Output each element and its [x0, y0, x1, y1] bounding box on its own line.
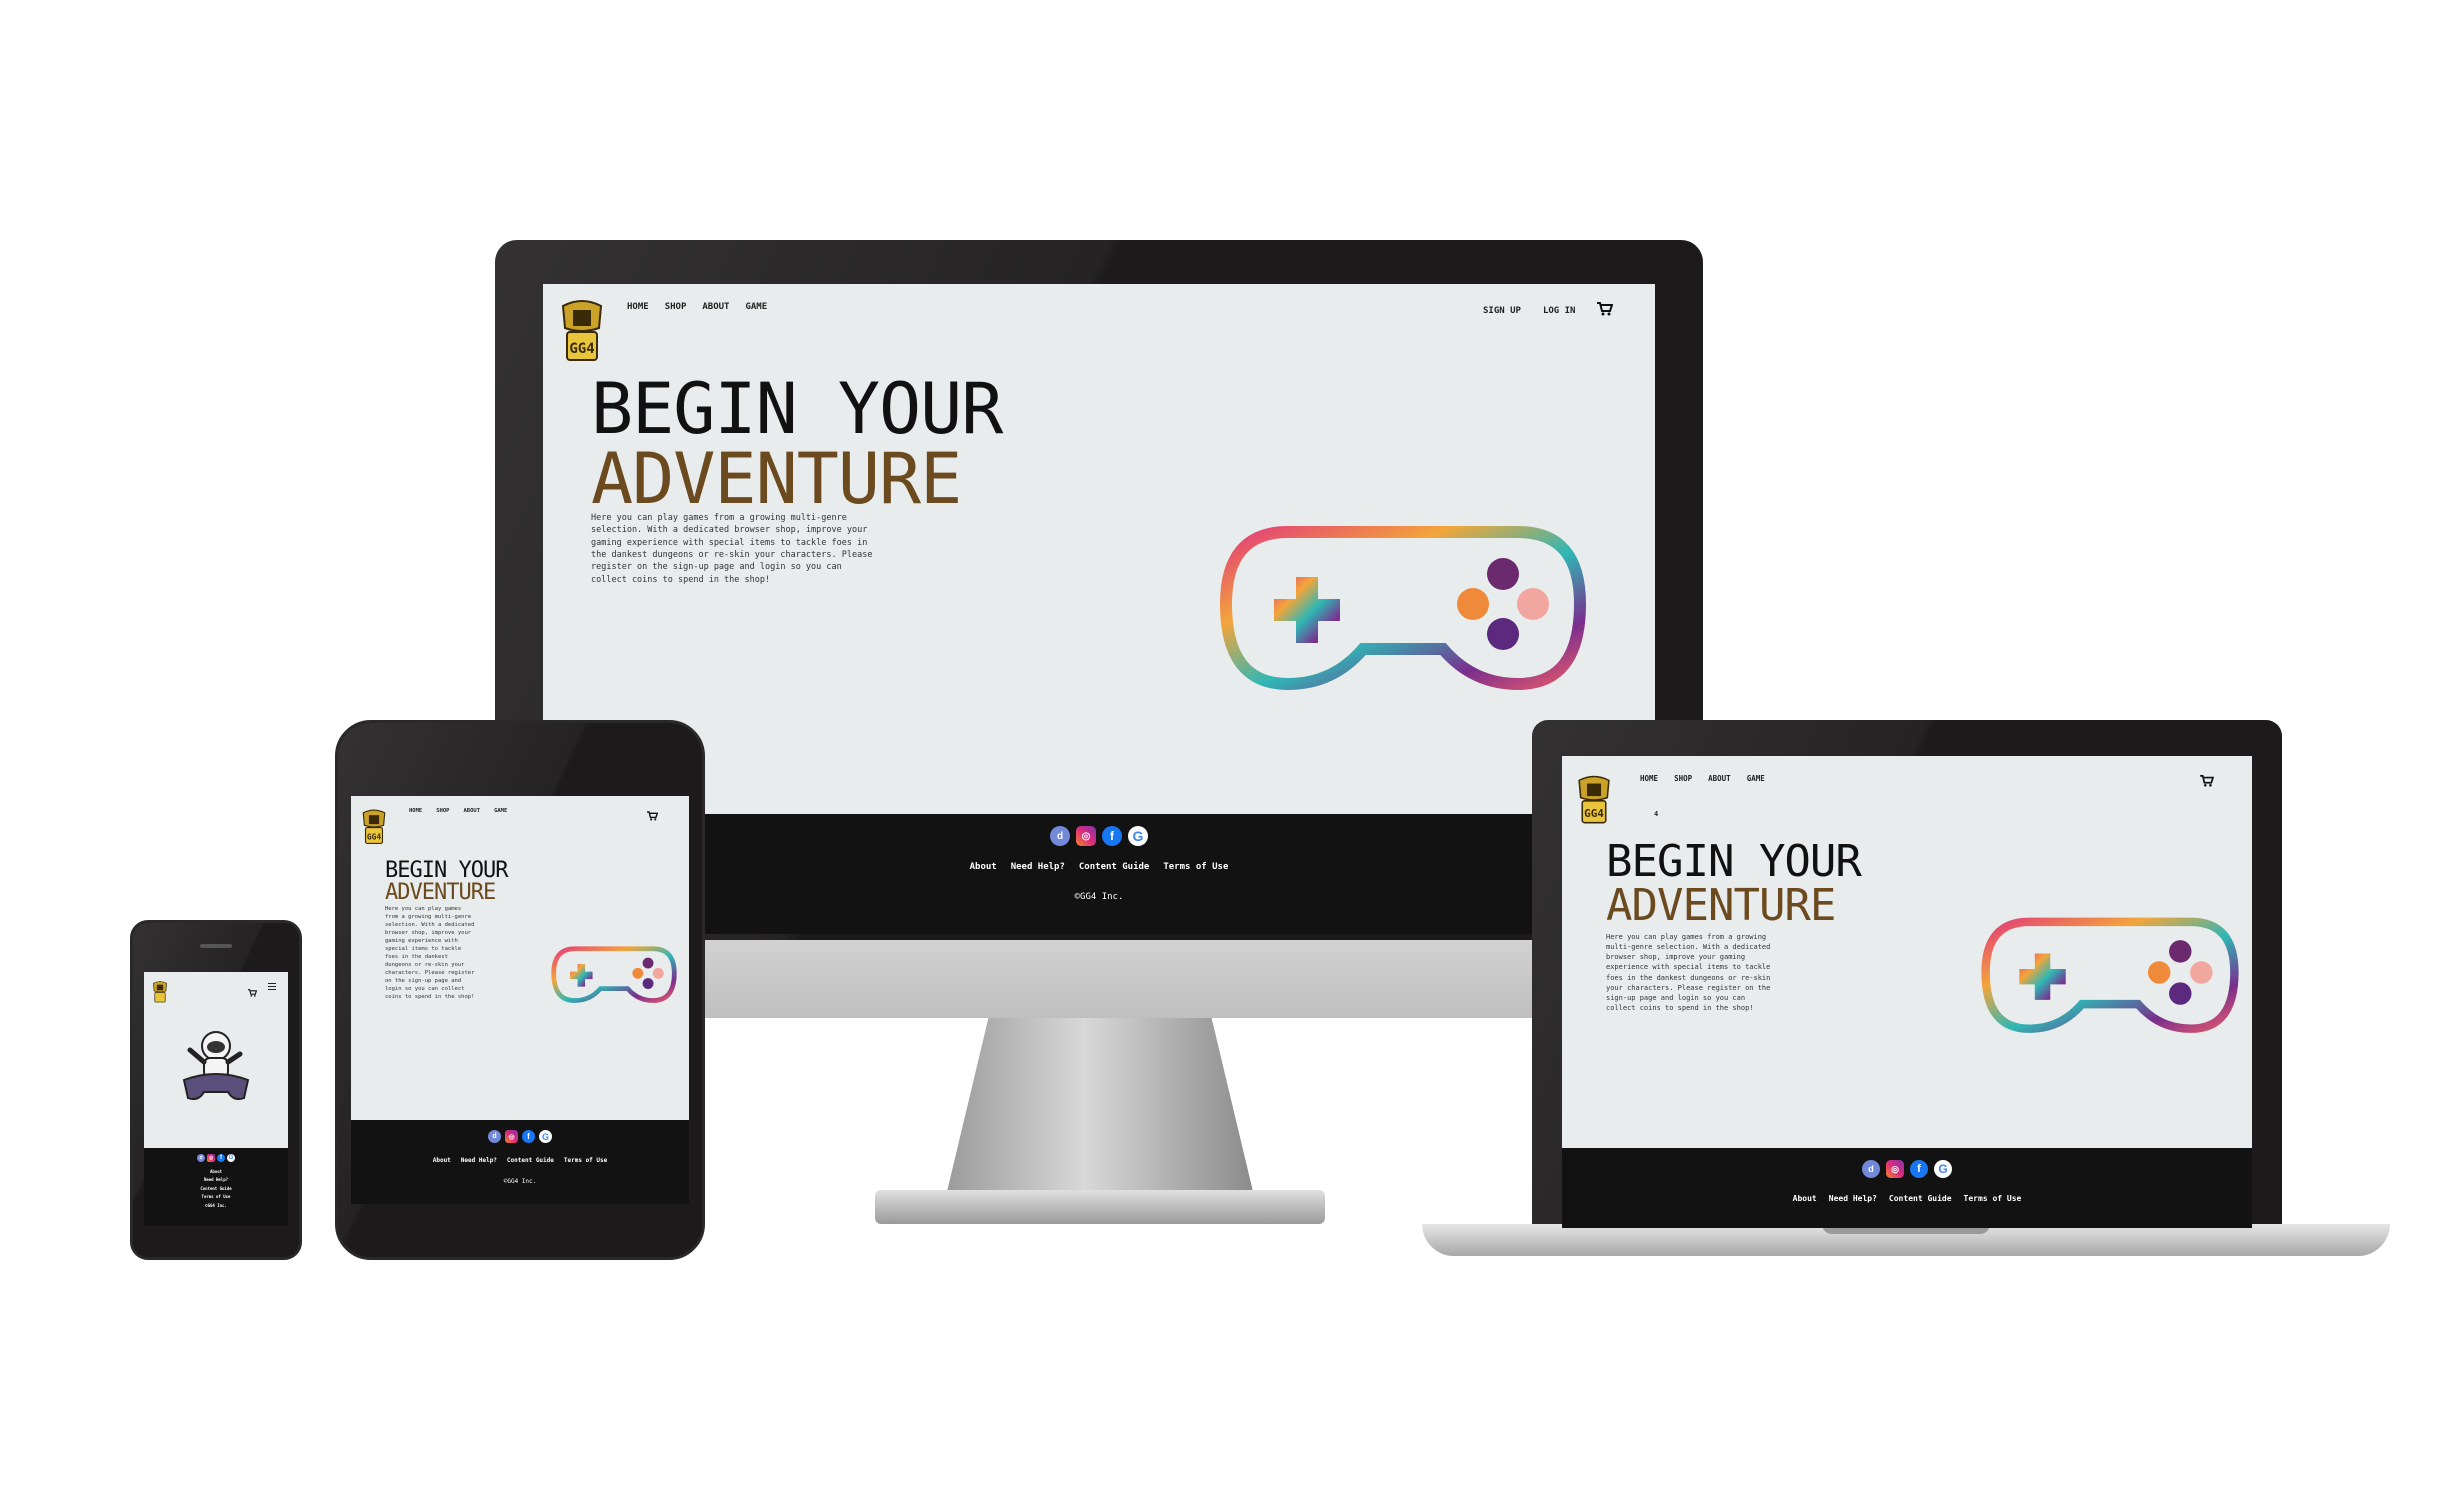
footer-link-content-guide[interactable]: Content Guide [144, 1185, 288, 1193]
gamepad-illustration [551, 946, 677, 1004]
discord-icon[interactable]: d [488, 1130, 501, 1143]
nav-login[interactable]: LOG IN [1543, 306, 1576, 316]
discord-icon[interactable]: d [197, 1154, 205, 1162]
laptop-nav: HOME SHOP ABOUT GAME [1640, 774, 1765, 783]
footer-link-terms[interactable]: Terms of Use [144, 1193, 288, 1201]
facebook-icon[interactable]: f [522, 1130, 535, 1143]
facebook-icon[interactable]: f [1102, 826, 1122, 846]
footer-link-content-guide[interactable]: Content Guide [1079, 862, 1149, 872]
footer-link-terms[interactable]: Terms of Use [564, 1157, 607, 1164]
laptop: GG4 HOME SHOP ABOUT GAME 4 BEGIN YOUR AD… [1422, 720, 2390, 1260]
hero-title: BEGIN YOUR ADVENTURE [1606, 836, 1862, 931]
monitor-stand-base [875, 1190, 1325, 1224]
footer-links: About Need Help? Content Guide Terms of … [144, 1168, 288, 1210]
discord-icon[interactable]: d [1050, 826, 1070, 846]
instagram-icon[interactable]: ◎ [1886, 1160, 1904, 1178]
footer-link-about[interactable]: About [144, 1168, 288, 1176]
tablet-nav: HOME SHOP ABOUT GAME [409, 808, 507, 814]
hero-title: BEGIN YOUR ADVENTURE [385, 858, 508, 905]
nav-about[interactable]: ABOUT [464, 808, 481, 814]
google-icon[interactable]: G [539, 1130, 552, 1143]
footer-link-terms[interactable]: Terms of Use [1964, 1194, 2022, 1203]
discord-icon[interactable]: d [1862, 1160, 1880, 1178]
cart-icon[interactable] [1597, 302, 1614, 319]
gg4-logo[interactable] [152, 980, 168, 1004]
phone-screen: d ◎ f G About Need Help? Content Guide T… [144, 972, 288, 1226]
nav-home[interactable]: HOME [1640, 774, 1658, 783]
google-icon[interactable]: G [227, 1154, 235, 1162]
nav-shop[interactable]: SHOP [436, 808, 449, 814]
footer-link-help[interactable]: Need Help? [1829, 1194, 1877, 1203]
footer-link-about[interactable]: About [970, 862, 997, 872]
footer-links: About Need Help? Content Guide Terms of … [1562, 1194, 2252, 1203]
footer-links: About Need Help? Content Guide Terms of … [351, 1157, 689, 1164]
phone-speaker [200, 944, 232, 948]
nav-about[interactable]: ABOUT [1708, 774, 1731, 783]
desktop-nav-left: HOME SHOP ABOUT GAME [627, 302, 767, 312]
hero-title: BEGIN YOUR ADVENTURE [591, 368, 1003, 520]
phone: d ◎ f G About Need Help? Content Guide T… [130, 920, 302, 1260]
hamburger-menu-icon[interactable] [268, 983, 276, 990]
astronaut-gamer-illustration [174, 1022, 258, 1106]
social-icons: d ◎ f G [1562, 1160, 2252, 1178]
hero-title-line1: BEGIN YOUR [385, 858, 508, 883]
footer-link-content-guide[interactable]: Content Guide [507, 1157, 554, 1164]
nav-game[interactable]: GAME [494, 808, 507, 814]
facebook-icon[interactable]: f [217, 1154, 225, 1162]
gg4-logo[interactable]: GG4 [559, 298, 605, 364]
hero-title-line1: BEGIN YOUR [1606, 836, 1862, 887]
cart-icon[interactable] [248, 982, 258, 1001]
gamepad-illustration [1980, 916, 2240, 1036]
cart-icon[interactable] [2200, 772, 2215, 791]
cart-icon[interactable] [647, 806, 659, 825]
social-icons: d ◎ f G [351, 1130, 689, 1143]
social-icons: d ◎ f G [144, 1154, 288, 1162]
footer-link-help[interactable]: Need Help? [461, 1157, 497, 1164]
laptop-screen: GG4 HOME SHOP ABOUT GAME 4 BEGIN YOUR AD… [1562, 756, 2252, 1228]
hero-title-line2: ADVENTURE [1606, 880, 1836, 931]
instagram-icon[interactable]: ◎ [207, 1154, 215, 1162]
nav-game[interactable]: GAME [745, 302, 767, 312]
footer-copyright: ©GG4 Inc. [503, 1178, 537, 1185]
instagram-icon[interactable]: ◎ [505, 1130, 518, 1143]
nav-home[interactable]: HOME [409, 808, 422, 814]
tablet: GG4 HOME SHOP ABOUT GAME BEGIN YOUR ADVE… [335, 720, 705, 1260]
hero-description: Here you can play games from a growing m… [591, 513, 873, 585]
laptop-footer: d ◎ f G About Need Help? Content Guide T… [1562, 1148, 2252, 1228]
instagram-icon[interactable]: ◎ [1076, 826, 1096, 846]
svg-text:GG4: GG4 [367, 832, 382, 841]
gamepad-illustration [1218, 524, 1588, 694]
nav-shop[interactable]: SHOP [665, 302, 687, 312]
google-icon[interactable]: G [1128, 826, 1148, 846]
nav-signup[interactable]: SIGN UP [1483, 306, 1521, 316]
desktop-nav-right: SIGN UP LOG IN [1483, 302, 1614, 319]
hero-description: Here you can play games from a growing m… [385, 906, 475, 1000]
hero-title-line2: ADVENTURE [591, 438, 962, 520]
svg-text:GG4: GG4 [1584, 807, 1604, 820]
footer-copyright: ©GG4 Inc. [205, 1202, 227, 1208]
footer-link-terms[interactable]: Terms of Use [1163, 862, 1228, 872]
hero-title-line1: BEGIN YOUR [591, 368, 1003, 450]
footer-link-help[interactable]: Need Help? [144, 1176, 288, 1184]
facebook-icon[interactable]: f [1910, 1160, 1928, 1178]
nav-shop[interactable]: SHOP [1674, 774, 1692, 783]
google-icon[interactable]: G [1934, 1160, 1952, 1178]
footer-link-about[interactable]: About [433, 1157, 451, 1164]
tablet-screen: GG4 HOME SHOP ABOUT GAME BEGIN YOUR ADVE… [351, 796, 689, 1204]
hero-title-line2: ADVENTURE [385, 880, 496, 905]
gg4-logo[interactable]: GG4 [1576, 774, 1612, 826]
nav-about[interactable]: ABOUT [702, 302, 729, 312]
phone-footer: d ◎ f G About Need Help? Content Guide T… [144, 1148, 288, 1226]
svg-text:GG4: GG4 [569, 341, 594, 357]
footer-link-help[interactable]: Need Help? [1011, 862, 1065, 872]
nav-home[interactable]: HOME [627, 302, 649, 312]
hero-description: Here you can play games from a growing m… [1606, 933, 1771, 1012]
laptop-badge: 4 [1654, 810, 1659, 818]
footer-link-about[interactable]: About [1793, 1194, 1817, 1203]
tablet-footer: d ◎ f G About Need Help? Content Guide T… [351, 1120, 689, 1204]
nav-game[interactable]: GAME [1747, 774, 1765, 783]
gg4-logo[interactable]: GG4 [361, 808, 387, 846]
footer-link-content-guide[interactable]: Content Guide [1889, 1194, 1952, 1203]
